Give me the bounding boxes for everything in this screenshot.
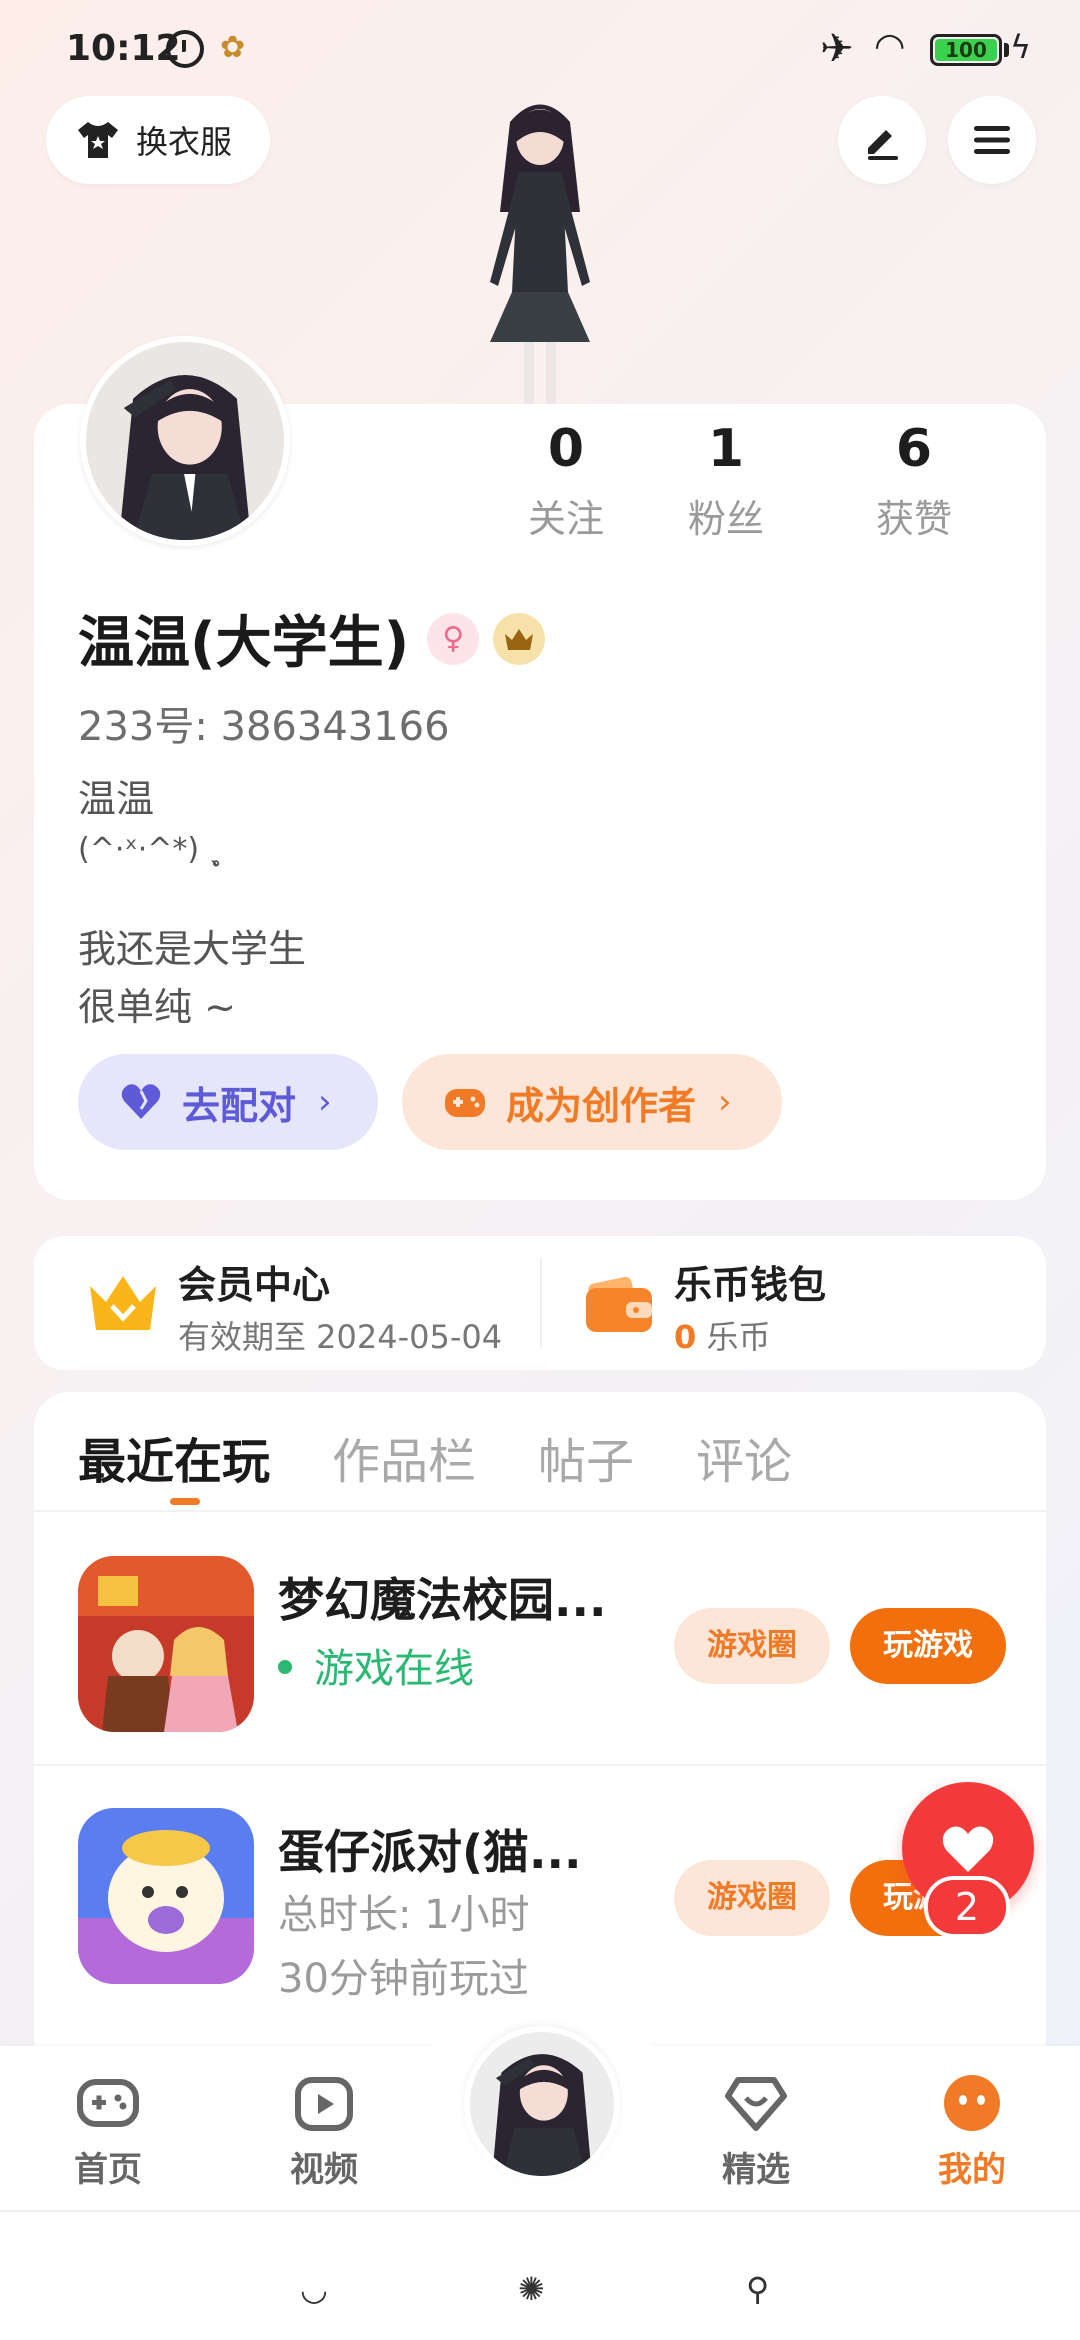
game-title: 梦幻魔法校园...: [278, 1573, 607, 1627]
nav-label: 首页: [74, 2150, 142, 2190]
member-wallet-card: 会员中心 有效期至 2024-05-04 乐币钱包 0 乐币: [34, 1236, 1046, 1370]
play-game-button[interactable]: 玩游戏: [850, 1608, 1006, 1684]
bone-icon[interactable]: ⚲: [746, 2270, 769, 2308]
name-row: 温温(大学生) ♀: [78, 598, 546, 679]
crown-icon[interactable]: [493, 612, 546, 665]
followers-stat[interactable]: 1 粉丝: [632, 418, 820, 543]
likes-label: 获赞: [875, 497, 952, 541]
heart-gem-icon: [725, 2077, 787, 2131]
face-icon: [944, 2075, 1000, 2131]
followers-count: 1: [707, 419, 745, 479]
profile-tabs: 最近在玩 作品栏 帖子 评论: [78, 1422, 854, 1492]
shirt-icon: [74, 118, 122, 162]
nav-home[interactable]: 首页: [48, 2072, 168, 2191]
stats-row: 0 关注 1 粉丝 6 获赞: [500, 418, 1020, 543]
nav-label: 我的: [938, 2150, 1006, 2190]
wifi-icon: ◠: [874, 26, 906, 67]
avatar-figure[interactable]: [440, 92, 640, 412]
edit-icon: [868, 130, 898, 160]
online-status: 游戏在线: [278, 1636, 474, 1694]
bio-line: 温温: [78, 777, 155, 821]
chevron-right-icon: ›: [718, 1082, 732, 1122]
game-title: 蛋仔派对(猫...: [278, 1825, 582, 1879]
edit-profile-button[interactable]: [838, 96, 926, 184]
app-notification-icon: ✿: [220, 30, 246, 65]
crown-icon: [90, 1276, 156, 1330]
game-circle-button[interactable]: 游戏圈: [674, 1608, 830, 1684]
nav-mine[interactable]: 我的: [912, 2072, 1032, 2191]
following-stat[interactable]: 0 关注: [500, 418, 632, 543]
tab-indicator: [170, 1498, 200, 1505]
divider: [540, 1258, 542, 1348]
recent-content-card: 最近在玩 作品栏 帖子 评论 梦幻魔法校园... 游戏在线 游戏圈 玩游戏 蛋仔…: [34, 1392, 1046, 2052]
become-creator-button[interactable]: 成为创作者 ›: [402, 1054, 782, 1150]
user-name: 温温(大学生): [78, 611, 410, 676]
menu-icon: [974, 126, 1010, 154]
game-icon[interactable]: [78, 1556, 254, 1732]
user-id[interactable]: 233号: 386343166: [78, 694, 450, 752]
likes-stat[interactable]: 6 获赞: [820, 418, 1008, 543]
heart-icon: [942, 1826, 994, 1872]
bio-line: 我还是大学生: [78, 927, 307, 971]
coin-amount: 0: [674, 1318, 697, 1356]
game-icon[interactable]: [78, 1808, 254, 1984]
pair-button-label: 去配对: [182, 1083, 297, 1128]
following-label: 关注: [527, 497, 604, 541]
avatar[interactable]: [80, 336, 290, 546]
gamepad-icon: [445, 1089, 485, 1117]
wallet-title: 乐币钱包: [674, 1263, 827, 1307]
alarm-icon: [166, 30, 204, 68]
pair-button[interactable]: 去配对 ›: [78, 1054, 378, 1150]
system-nav-bar: ◡ ✺ ⚲: [0, 2210, 1080, 2340]
nav-label: 视频: [290, 2150, 358, 2190]
status-bar: 10:12 ✿ ✈ ◠ 100 ϟ: [0, 0, 1080, 100]
followers-label: 粉丝: [687, 497, 764, 541]
airplane-icon: ✈: [820, 26, 854, 72]
nav-label: 精选: [722, 2150, 790, 2190]
video-icon: [295, 2077, 353, 2131]
status-time: 10:12: [66, 28, 181, 69]
bio-line: 很单纯 ~: [78, 985, 236, 1029]
heart-icon: [121, 1084, 161, 1119]
creator-button-label: 成为创作者: [506, 1083, 697, 1128]
online-status-text: 游戏在线: [314, 1646, 474, 1692]
tab-posts[interactable]: 帖子: [538, 1422, 634, 1492]
home-system-icon[interactable]: ◡: [300, 2270, 328, 2308]
charging-icon: ϟ: [1010, 28, 1032, 66]
change-outfit-button[interactable]: 换衣服: [46, 96, 270, 184]
member-title: 会员中心: [178, 1263, 331, 1307]
battery-icon: 100: [930, 34, 1002, 66]
member-expiry: 有效期至 2024-05-04: [178, 1318, 503, 1356]
last-played: 30分钟前玩过: [278, 1956, 529, 2002]
battery-cap: [1004, 43, 1009, 57]
menu-button[interactable]: [948, 96, 1036, 184]
wallet-balance: 0 乐币: [674, 1312, 770, 1358]
female-icon: ♀: [427, 612, 480, 665]
tab-recent-played[interactable]: 最近在玩: [78, 1422, 270, 1492]
notification-badge: 2: [924, 1876, 1010, 1938]
game-row[interactable]: 梦幻魔法校园... 游戏在线 游戏圈 玩游戏: [34, 1514, 1046, 1764]
tab-comments[interactable]: 评论: [696, 1422, 792, 1492]
likes-count: 6: [895, 419, 933, 479]
battery-level: 100: [935, 39, 997, 61]
nav-video[interactable]: 视频: [264, 2072, 384, 2191]
online-dot-icon: [278, 1660, 292, 1674]
coin-unit: 乐币: [706, 1318, 771, 1356]
following-count: 0: [547, 419, 585, 479]
nav-featured[interactable]: 精选: [696, 2072, 816, 2191]
divider: [34, 1510, 1046, 1512]
chevron-right-icon: ›: [318, 1082, 332, 1122]
game-row[interactable]: 蛋仔派对(猫... 总时长: 1小时 30分钟前玩过 游戏圈 玩游戏: [34, 1764, 1046, 2014]
tab-works[interactable]: 作品栏: [332, 1422, 476, 1492]
pet-icon[interactable]: ✺: [518, 2270, 545, 2308]
bio-line: (^·ˣ·^*) ˎ̥: [78, 832, 224, 867]
wallet-icon: [586, 1276, 652, 1332]
nav-center-avatar[interactable]: [464, 2026, 620, 2182]
play-duration: 总时长: 1小时: [278, 1892, 530, 1938]
game-circle-button[interactable]: 游戏圈: [674, 1860, 830, 1936]
gamepad-icon: [77, 2079, 139, 2127]
change-outfit-label: 换衣服: [136, 123, 233, 161]
